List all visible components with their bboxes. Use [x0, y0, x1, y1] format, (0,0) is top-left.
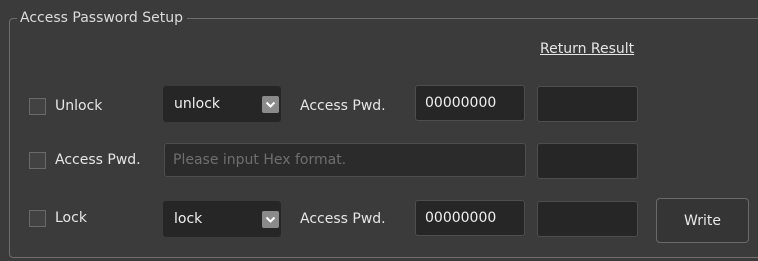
access-pwd-label: Access Pwd. [55, 152, 141, 168]
unlock-result-field [537, 86, 638, 122]
write-button[interactable]: Write [656, 198, 749, 243]
access-pwd-result-field [537, 143, 638, 179]
access-pwd-checkbox[interactable] [29, 152, 46, 169]
lock-checkbox[interactable] [29, 210, 46, 227]
unlock-pwd-label: Access Pwd. [300, 98, 386, 114]
lock-pwd-label: Access Pwd. [300, 211, 386, 227]
unlock-checkbox[interactable] [29, 98, 46, 115]
group-title: Access Password Setup [17, 9, 187, 27]
return-result-header: Return Result [540, 41, 635, 57]
lock-mode-select[interactable]: lock [163, 201, 281, 237]
new-access-pwd-input[interactable] [164, 143, 526, 177]
lock-pwd-input[interactable] [415, 200, 525, 236]
chevron-down-icon[interactable] [262, 211, 279, 228]
unlock-mode-select[interactable]: unlock [163, 86, 281, 122]
lock-mode-value: lock [174, 211, 203, 227]
unlock-mode-value: unlock [174, 96, 221, 112]
lock-label: Lock [55, 210, 87, 226]
unlock-label: Unlock [55, 98, 103, 114]
lock-result-field [537, 201, 638, 237]
chevron-down-icon[interactable] [262, 96, 279, 113]
unlock-pwd-input[interactable] [415, 85, 525, 121]
